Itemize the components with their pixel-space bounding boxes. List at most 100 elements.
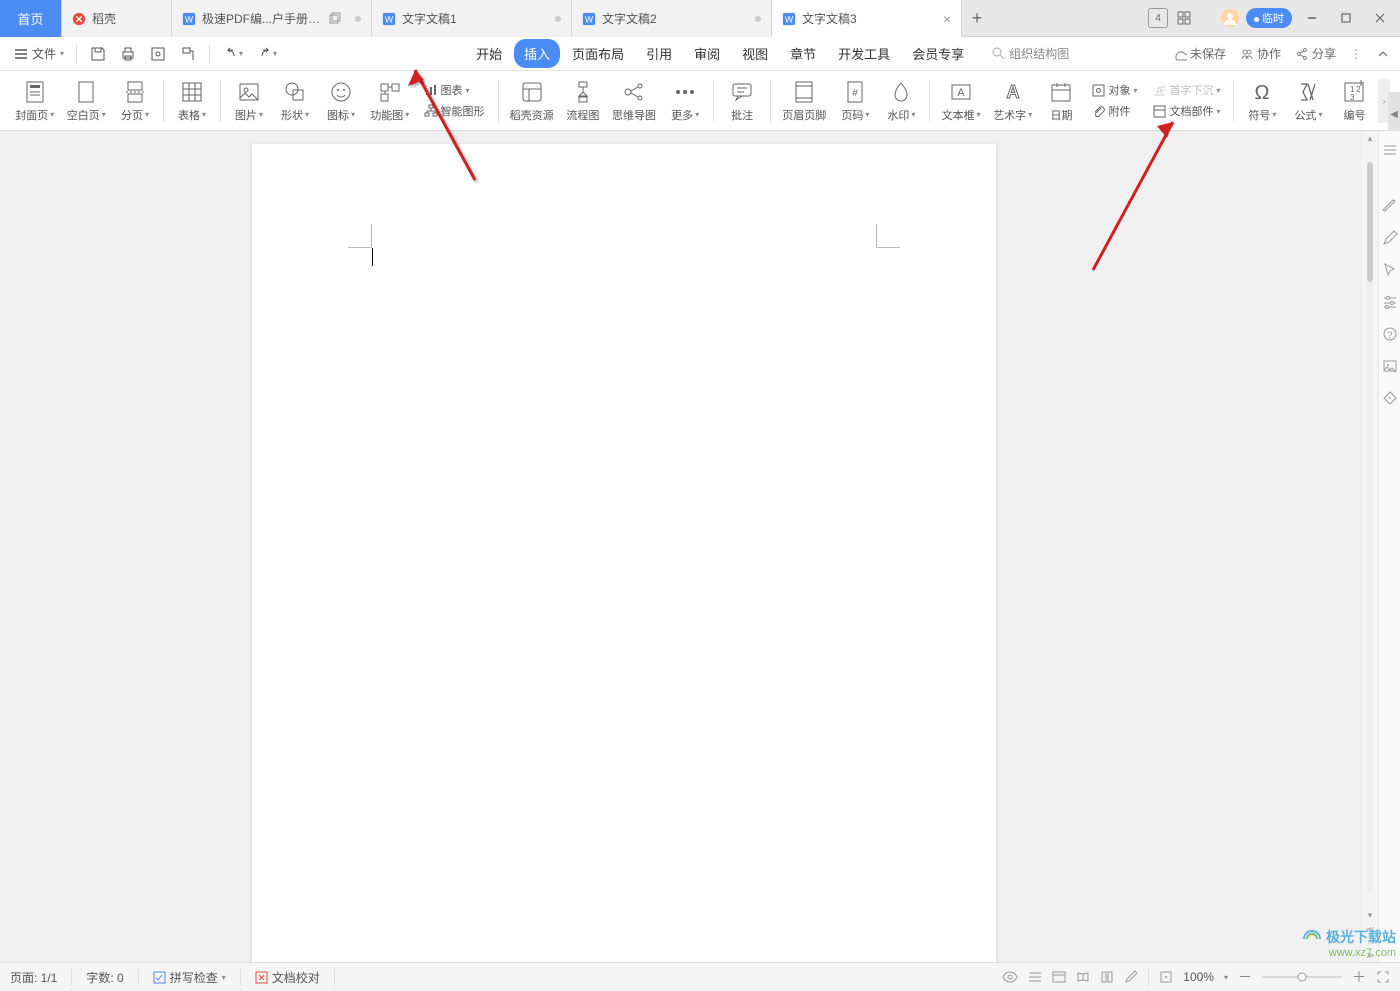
- close-icon[interactable]: ×: [943, 11, 951, 27]
- smart-button[interactable]: 智能图形: [421, 101, 488, 121]
- cover-page-button[interactable]: 封面页▾: [10, 73, 60, 129]
- preview-button[interactable]: [145, 43, 171, 65]
- pen-icon[interactable]: [1381, 229, 1399, 247]
- mindmap-button[interactable]: 思维导图: [607, 73, 661, 129]
- diamond-icon[interactable]: [1381, 389, 1399, 407]
- menu-insert[interactable]: 插入: [514, 39, 560, 68]
- collapse-ribbon-button[interactable]: [1376, 47, 1390, 61]
- scroll-down-icon[interactable]: ▾: [1366, 908, 1375, 923]
- menu-start[interactable]: 开始: [466, 39, 512, 68]
- table-button[interactable]: 表格▾: [170, 73, 214, 129]
- counter-badge[interactable]: 4: [1148, 8, 1168, 28]
- formula-button[interactable]: 公式▾: [1286, 73, 1330, 129]
- tab-doc1[interactable]: W 文字文稿1: [372, 0, 572, 37]
- comment-button[interactable]: 批注: [720, 73, 764, 129]
- undo-button[interactable]: ▾: [218, 43, 248, 65]
- next-page-icon[interactable]: ≫: [1364, 949, 1376, 962]
- more-button[interactable]: 更多▾: [663, 73, 707, 129]
- help-icon[interactable]: ?: [1381, 325, 1399, 343]
- page-number-button[interactable]: #页码▾: [833, 73, 877, 129]
- menu-ref[interactable]: 引用: [636, 39, 682, 68]
- symbol-button[interactable]: Ω符号▾: [1240, 73, 1284, 129]
- docparts-button[interactable]: 文档部件▾: [1150, 101, 1223, 121]
- minimize-button[interactable]: [1298, 4, 1326, 32]
- menu-chapter[interactable]: 章节: [780, 39, 826, 68]
- date-button[interactable]: 日期: [1039, 73, 1083, 129]
- grid-icon[interactable]: [1174, 8, 1194, 28]
- print-button[interactable]: [115, 43, 141, 65]
- collab-button[interactable]: 协作: [1240, 45, 1281, 62]
- tab-home[interactable]: 首页: [0, 0, 62, 37]
- numbering-button[interactable]: 123编号: [1332, 73, 1376, 129]
- textbox-button[interactable]: A文本框▾: [936, 73, 986, 129]
- style-icon[interactable]: [1381, 197, 1399, 215]
- blank-page-button[interactable]: 空白页▾: [62, 73, 112, 129]
- goto-icon[interactable]: ○: [1366, 936, 1375, 949]
- tab-pdf[interactable]: W 极速PDF编...户手册3.0: [172, 0, 372, 37]
- tab-doc2[interactable]: W 文字文稿2: [572, 0, 772, 37]
- maximize-button[interactable]: [1332, 4, 1360, 32]
- menu-view[interactable]: 视图: [732, 39, 778, 68]
- shape-button[interactable]: 形状▾: [273, 73, 317, 129]
- tab-doc3[interactable]: W 文字文稿3 ×: [772, 0, 962, 37]
- view-read-icon[interactable]: [1076, 970, 1090, 984]
- view-print-icon[interactable]: [1028, 970, 1042, 984]
- tab-add-button[interactable]: +: [962, 0, 992, 36]
- header-footer-button[interactable]: 页眉页脚: [777, 73, 831, 129]
- redo-button[interactable]: ▾: [252, 43, 282, 65]
- fit-icon[interactable]: [1159, 970, 1173, 984]
- menu-review[interactable]: 审阅: [684, 39, 730, 68]
- popout-icon[interactable]: [329, 12, 341, 26]
- hamburger-icon[interactable]: [1381, 141, 1399, 159]
- org-chart-search[interactable]: 组织结构图: [992, 45, 1069, 62]
- image-tool-icon[interactable]: [1381, 357, 1399, 375]
- zoom-in-button[interactable]: ＋: [1352, 967, 1366, 987]
- page-indicator[interactable]: 页面: 1/1: [10, 969, 57, 986]
- view-outline-icon[interactable]: [1100, 970, 1114, 984]
- save-button[interactable]: [85, 43, 111, 65]
- more-menu[interactable]: ⋮: [1350, 47, 1362, 61]
- object-button[interactable]: 对象▾: [1089, 80, 1140, 100]
- eye-icon[interactable]: [1002, 969, 1018, 985]
- scroll-up-icon[interactable]: ▴: [1366, 131, 1375, 146]
- picture-button[interactable]: 图片▾: [227, 73, 271, 129]
- docke-resource-button[interactable]: 稻壳资源: [505, 73, 559, 129]
- fullscreen-icon[interactable]: [1376, 970, 1390, 984]
- file-menu[interactable]: 文件 ▾: [10, 45, 68, 62]
- svg-text:W: W: [585, 14, 594, 24]
- page-break-button[interactable]: 分页▾: [113, 73, 157, 129]
- proofread-button[interactable]: 文档校对: [255, 969, 320, 986]
- close-button[interactable]: [1366, 4, 1394, 32]
- icon-button[interactable]: 图标▾: [319, 73, 363, 129]
- avatar-icon[interactable]: [1220, 8, 1240, 28]
- flowchart-button[interactable]: 流程图: [561, 73, 605, 129]
- share-button[interactable]: 分享: [1295, 45, 1336, 62]
- vertical-scrollbar[interactable]: ▴ ▾ ≪ ○ ≫: [1362, 131, 1378, 962]
- zoom-level[interactable]: 100%: [1183, 970, 1214, 984]
- zoom-slider[interactable]: [1262, 970, 1342, 984]
- document-page[interactable]: [252, 144, 996, 962]
- zoom-out-button[interactable]: －: [1238, 967, 1252, 987]
- temp-badge[interactable]: 临时: [1246, 8, 1292, 28]
- format-painter-button[interactable]: [175, 43, 201, 65]
- attach-button[interactable]: 附件: [1089, 101, 1140, 121]
- settings-icon[interactable]: [1381, 293, 1399, 311]
- select-icon[interactable]: [1381, 261, 1399, 279]
- watermark-button[interactable]: 水印▾: [879, 73, 923, 129]
- unsaved-indicator[interactable]: 未保存: [1173, 45, 1226, 62]
- edit-icon[interactable]: [1124, 970, 1138, 984]
- menu-layout[interactable]: 页面布局: [562, 39, 634, 68]
- prev-page-icon[interactable]: ≪: [1364, 923, 1376, 936]
- expand-panel-button[interactable]: ◀: [1388, 92, 1400, 136]
- view-web-icon[interactable]: [1052, 970, 1066, 984]
- dropcap-button[interactable]: A首字下沉▾: [1150, 80, 1223, 100]
- wordart-button[interactable]: A艺术字▾: [988, 73, 1038, 129]
- menu-dev[interactable]: 开发工具: [828, 39, 900, 68]
- text-cursor: [372, 248, 373, 266]
- spellcheck-button[interactable]: 拼写检查▾: [153, 969, 226, 986]
- word-count[interactable]: 字数: 0: [86, 969, 123, 986]
- tab-docke[interactable]: 稻壳: [62, 0, 172, 37]
- menu-vip[interactable]: 会员专享: [902, 39, 974, 68]
- feature-button[interactable]: 功能图▾: [365, 73, 415, 129]
- chart-button[interactable]: 图表▾: [421, 80, 488, 100]
